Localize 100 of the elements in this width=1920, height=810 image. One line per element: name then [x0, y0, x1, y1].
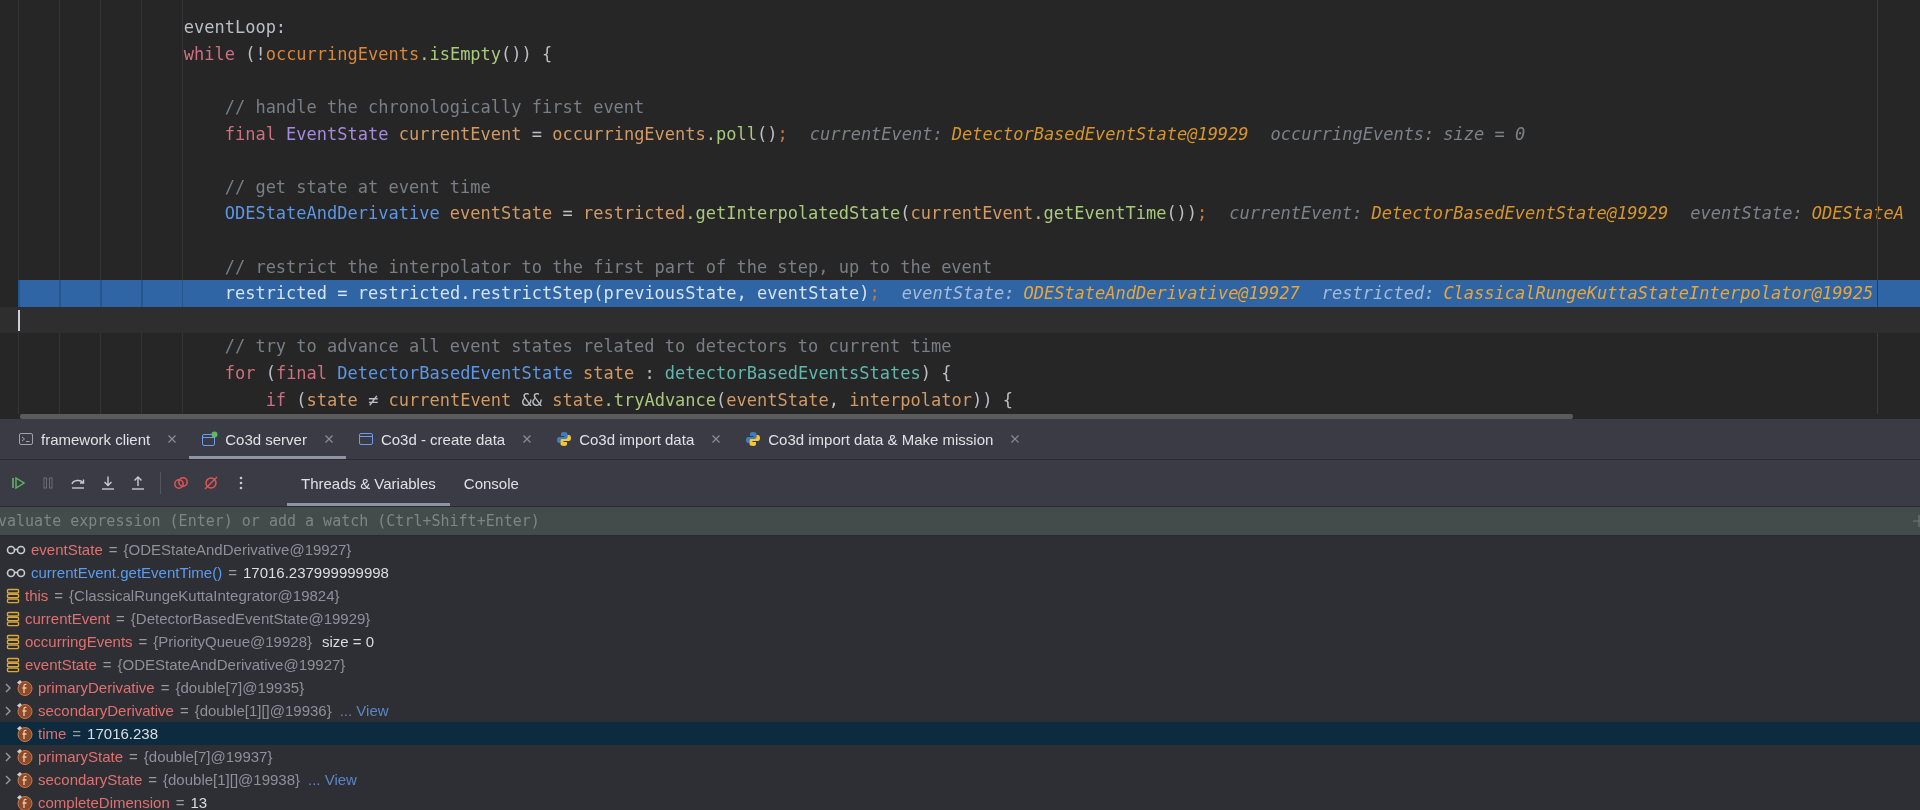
- type-name: EventState: [286, 123, 390, 144]
- breakpoints-icon[interactable]: [173, 475, 189, 491]
- code-text: =: [336, 283, 349, 304]
- run-tab[interactable]: Co3d import data & Make mission: [733, 419, 1033, 459]
- variable: currentEvent: [388, 389, 512, 410]
- step-out-icon[interactable]: [130, 475, 146, 491]
- chevron-icon[interactable]: [4, 681, 12, 694]
- code-text: ≠: [367, 389, 380, 410]
- code-text: ,: [736, 283, 748, 304]
- variable-value: {ODEStateAndDerivative@19927}: [117, 656, 346, 673]
- step-into-icon[interactable]: [100, 475, 116, 491]
- equals-sign: =: [175, 794, 185, 810]
- variable: currentEvent: [398, 123, 522, 144]
- window-icon: [357, 431, 374, 447]
- field-icon: [16, 679, 33, 696]
- code-text: =: [561, 203, 574, 224]
- panel-tab[interactable]: Console: [449, 460, 533, 506]
- variable-row[interactable]: eventState = {ODEStateAndDerivative@19927}: [0, 653, 1920, 676]
- variable-name: currentEvent: [25, 610, 111, 627]
- tab-label: Co3d import data: [579, 430, 695, 448]
- field-icon: [16, 702, 33, 719]
- variable-value: 17016.238: [87, 725, 158, 742]
- tab-label: framework client: [41, 430, 151, 448]
- variable-row[interactable]: primaryDerivative = {double[7]@19935}: [0, 676, 1920, 699]
- python-icon: [556, 431, 573, 447]
- field-icon: [16, 771, 33, 788]
- close-icon[interactable]: [522, 434, 533, 444]
- python-icon: [745, 431, 762, 447]
- inline-hint-value: ODEStateA: [1811, 203, 1904, 224]
- variable-value: {double[7]@19937}: [143, 748, 273, 765]
- chevron-icon[interactable]: [4, 704, 12, 717]
- scrollbar-thumb[interactable]: [20, 414, 1573, 419]
- view-link[interactable]: ... View: [339, 702, 389, 719]
- variable-value: {DetectorBasedEventState@19929}: [130, 610, 371, 627]
- variable-name: eventState: [31, 541, 103, 558]
- variable-value: {ClassicalRungeKuttaIntegrator@19824}: [69, 587, 340, 604]
- inline-hint-label: currentEvent:: [809, 123, 943, 144]
- field-icon: [16, 748, 33, 765]
- panel-tab[interactable]: Threads & Variables: [287, 460, 450, 506]
- close-icon[interactable]: [167, 434, 178, 444]
- chevron-icon[interactable]: [4, 773, 12, 786]
- variable-row[interactable]: occurringEvents = {PriorityQueue@19928} size = 0: [0, 630, 1920, 653]
- resume-icon[interactable]: [10, 475, 26, 491]
- variable-row[interactable]: currentEvent = {DetectorBasedEventState@19929}: [0, 607, 1920, 630]
- close-icon[interactable]: [323, 434, 334, 444]
- method-name: .isEmpty: [419, 43, 502, 64]
- method-name: .poll: [705, 123, 757, 144]
- field-name: occurringEvents: [265, 43, 420, 64]
- run-tab[interactable]: framework client: [6, 419, 190, 459]
- variable-value: {double[7]@19935}: [175, 679, 305, 696]
- field-icon: [16, 725, 33, 742]
- keyword: for: [224, 363, 256, 383]
- variable-value: {PriorityQueue@19928}: [153, 633, 312, 650]
- method-name: .restrictStep: [460, 283, 594, 304]
- variable-row[interactable]: secondaryState = {double[1][]@19938} ... View: [0, 768, 1920, 791]
- inline-hint-label: restricted:: [1321, 283, 1435, 304]
- variable-name: time: [38, 725, 67, 742]
- method-name: .getEventTime: [1033, 203, 1167, 224]
- code-comment: // restrict the interpolator to the first part of the step, up to the event: [224, 256, 993, 277]
- run-tab[interactable]: Co3d - create data: [345, 419, 545, 459]
- variable-name: eventState: [25, 656, 97, 673]
- variable-row[interactable]: primaryState = {double[7]@19937}: [0, 745, 1920, 768]
- variable-row[interactable]: time = 17016.238: [0, 722, 1920, 745]
- view-link[interactable]: ... View: [308, 771, 357, 788]
- code-label: eventLoop:: [183, 17, 287, 38]
- code-text: ,: [828, 389, 840, 410]
- variable: state: [306, 389, 358, 410]
- variable-name: secondaryState: [38, 771, 143, 788]
- close-icon[interactable]: [1010, 434, 1021, 444]
- variable: eventState: [726, 389, 829, 410]
- variable: occurringEvents: [552, 123, 706, 144]
- variable-row[interactable]: currentEvent.getEventTime() = 17016.237999999998: [0, 561, 1920, 584]
- variable-value: {double[1][]@19936}: [194, 702, 332, 719]
- code-text: ) {: [920, 363, 952, 383]
- code-text: (: [264, 363, 276, 383]
- variable-value: 17016.237999999998: [242, 564, 389, 581]
- stack-icon: [6, 610, 20, 627]
- variable-name: occurringEvents: [25, 633, 133, 650]
- variable-name: currentEvent.getEventTime(): [31, 564, 223, 581]
- code-text: (: [900, 203, 911, 224]
- run-tab[interactable]: Co3d server: [189, 419, 346, 459]
- keyword: while: [183, 43, 235, 64]
- chevron-icon[interactable]: [4, 750, 12, 763]
- type-name: DetectorBasedEventState: [337, 363, 574, 383]
- equals-sign: =: [129, 748, 138, 765]
- variable-row[interactable]: secondaryDerivative = {double[1][]@19936} ... View: [0, 699, 1920, 722]
- variable-row[interactable]: eventState = {ODEStateAndDerivative@19927}: [0, 538, 1920, 561]
- inline-hint-value: ClassicalRungeKuttaStateInterpolator@19925: [1443, 283, 1874, 304]
- inline-hint-label: eventState:: [901, 283, 1015, 304]
- close-icon[interactable]: [711, 434, 722, 444]
- run-tab[interactable]: Co3d import data: [544, 419, 734, 459]
- code-text: (: [295, 389, 307, 410]
- method-name: .getInterpolatedState: [685, 203, 901, 224]
- variable-row[interactable]: this = {ClassicalRungeKuttaIntegrator@19824}: [0, 584, 1920, 607]
- field-name: detectorBasedEventsStates: [664, 363, 921, 383]
- variable: state: [582, 363, 635, 383]
- code-comment: // try to advance all event states related to detectors to current time: [224, 336, 952, 357]
- mute-breakpoints-icon[interactable]: [203, 475, 219, 491]
- code-text: ()): [1166, 203, 1198, 224]
- glasses-icon: [6, 567, 26, 578]
